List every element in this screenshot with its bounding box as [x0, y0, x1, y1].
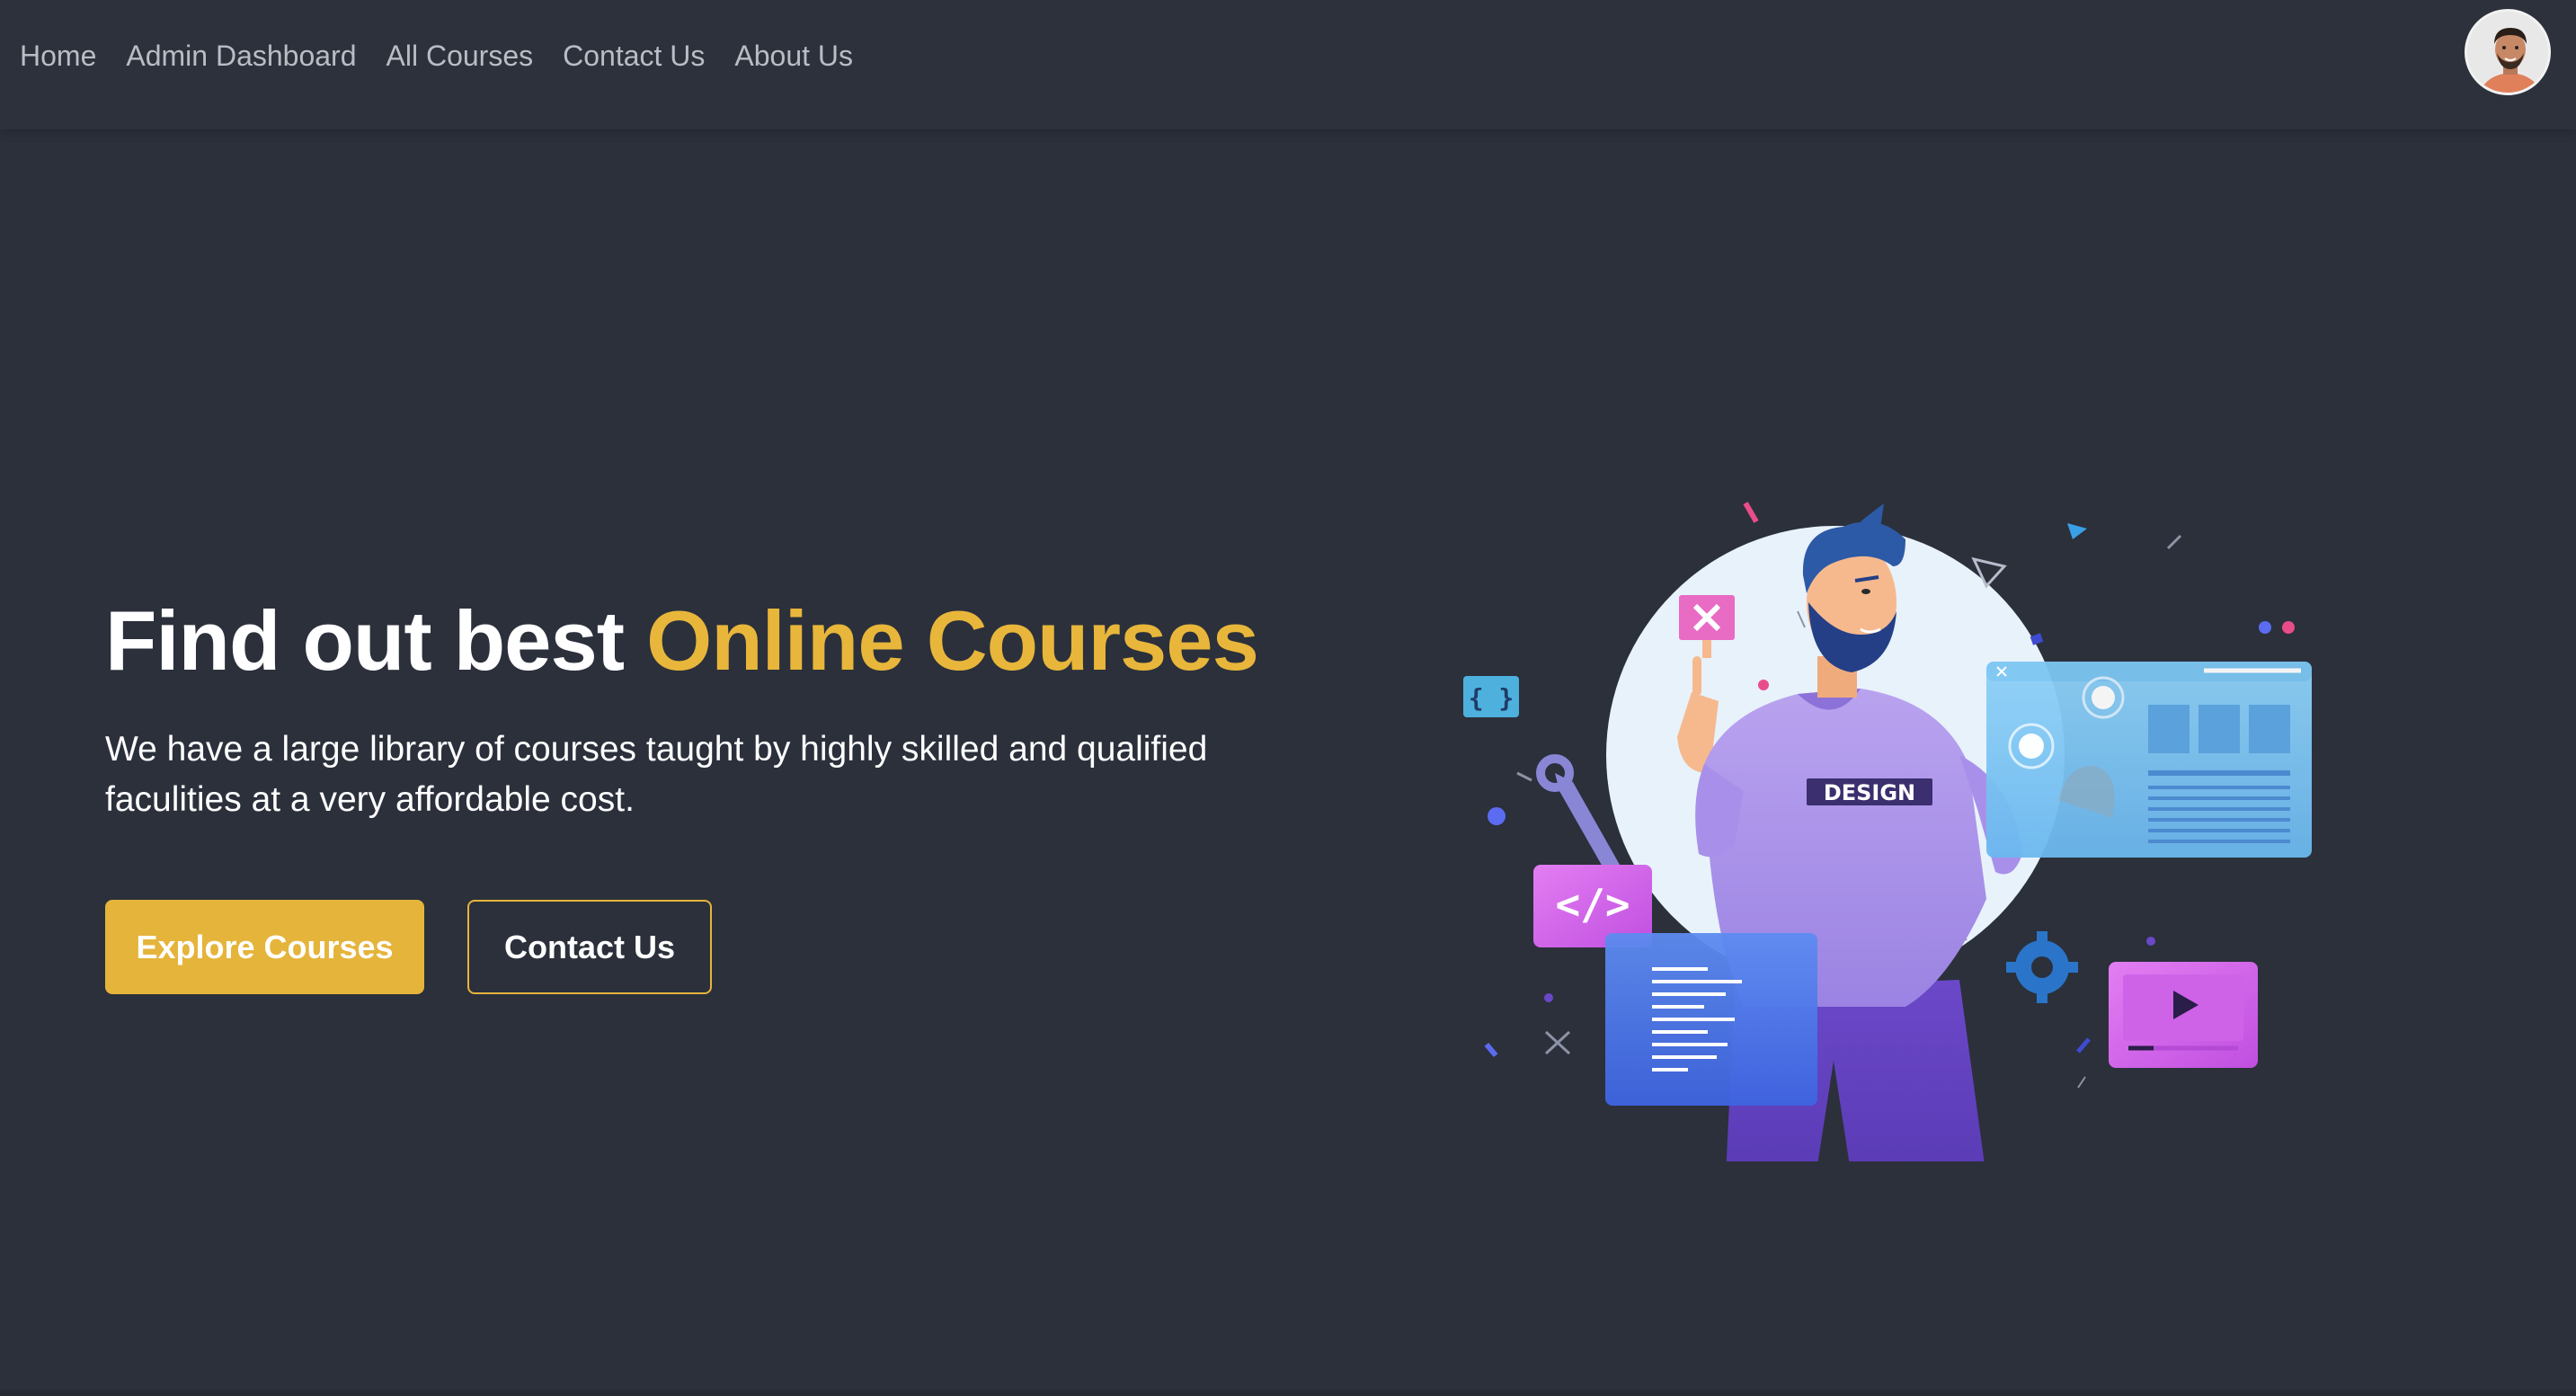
- top-navbar: Home Admin Dashboard All Courses Contact…: [0, 0, 2576, 129]
- nav-links: Home Admin Dashboard All Courses Contact…: [20, 36, 853, 76]
- hero-description: We have a large library of courses taugh…: [105, 730, 1208, 819]
- svg-text:DESIGN: DESIGN: [1824, 780, 1915, 805]
- document-panel: [1605, 933, 1817, 1106]
- avatar-icon: [2467, 12, 2548, 93]
- svg-text:{ }: { }: [1469, 683, 1515, 713]
- nav-link-contact-us[interactable]: Contact Us: [563, 36, 705, 76]
- contact-us-button[interactable]: Contact Us: [467, 900, 712, 994]
- hero-title: Find out best Online Courses: [105, 589, 1259, 693]
- designer-illustration: { } DESIGN </>: [1463, 502, 2312, 1161]
- braces-icon: { }: [1463, 676, 1519, 717]
- nav-link-admin-dashboard[interactable]: Admin Dashboard: [126, 36, 356, 76]
- nav-link-home[interactable]: Home: [20, 36, 96, 76]
- browser-window-panel: [1986, 662, 2312, 858]
- hero-title-accent: Online Courses: [646, 593, 1259, 688]
- hero-illustration: { } DESIGN </>: [1438, 476, 2355, 1169]
- svg-text:</>: </>: [1555, 880, 1630, 929]
- nav-link-about-us[interactable]: About Us: [734, 36, 853, 76]
- hero-title-plain: Find out best: [105, 593, 647, 688]
- play-icon: [2109, 962, 2258, 1068]
- nav-link-all-courses[interactable]: All Courses: [386, 36, 534, 76]
- user-avatar[interactable]: [2465, 9, 2551, 95]
- gear-icon: [2006, 931, 2078, 1003]
- page-bottom-border: [0, 1390, 2576, 1396]
- explore-courses-button[interactable]: Explore Courses: [105, 900, 424, 994]
